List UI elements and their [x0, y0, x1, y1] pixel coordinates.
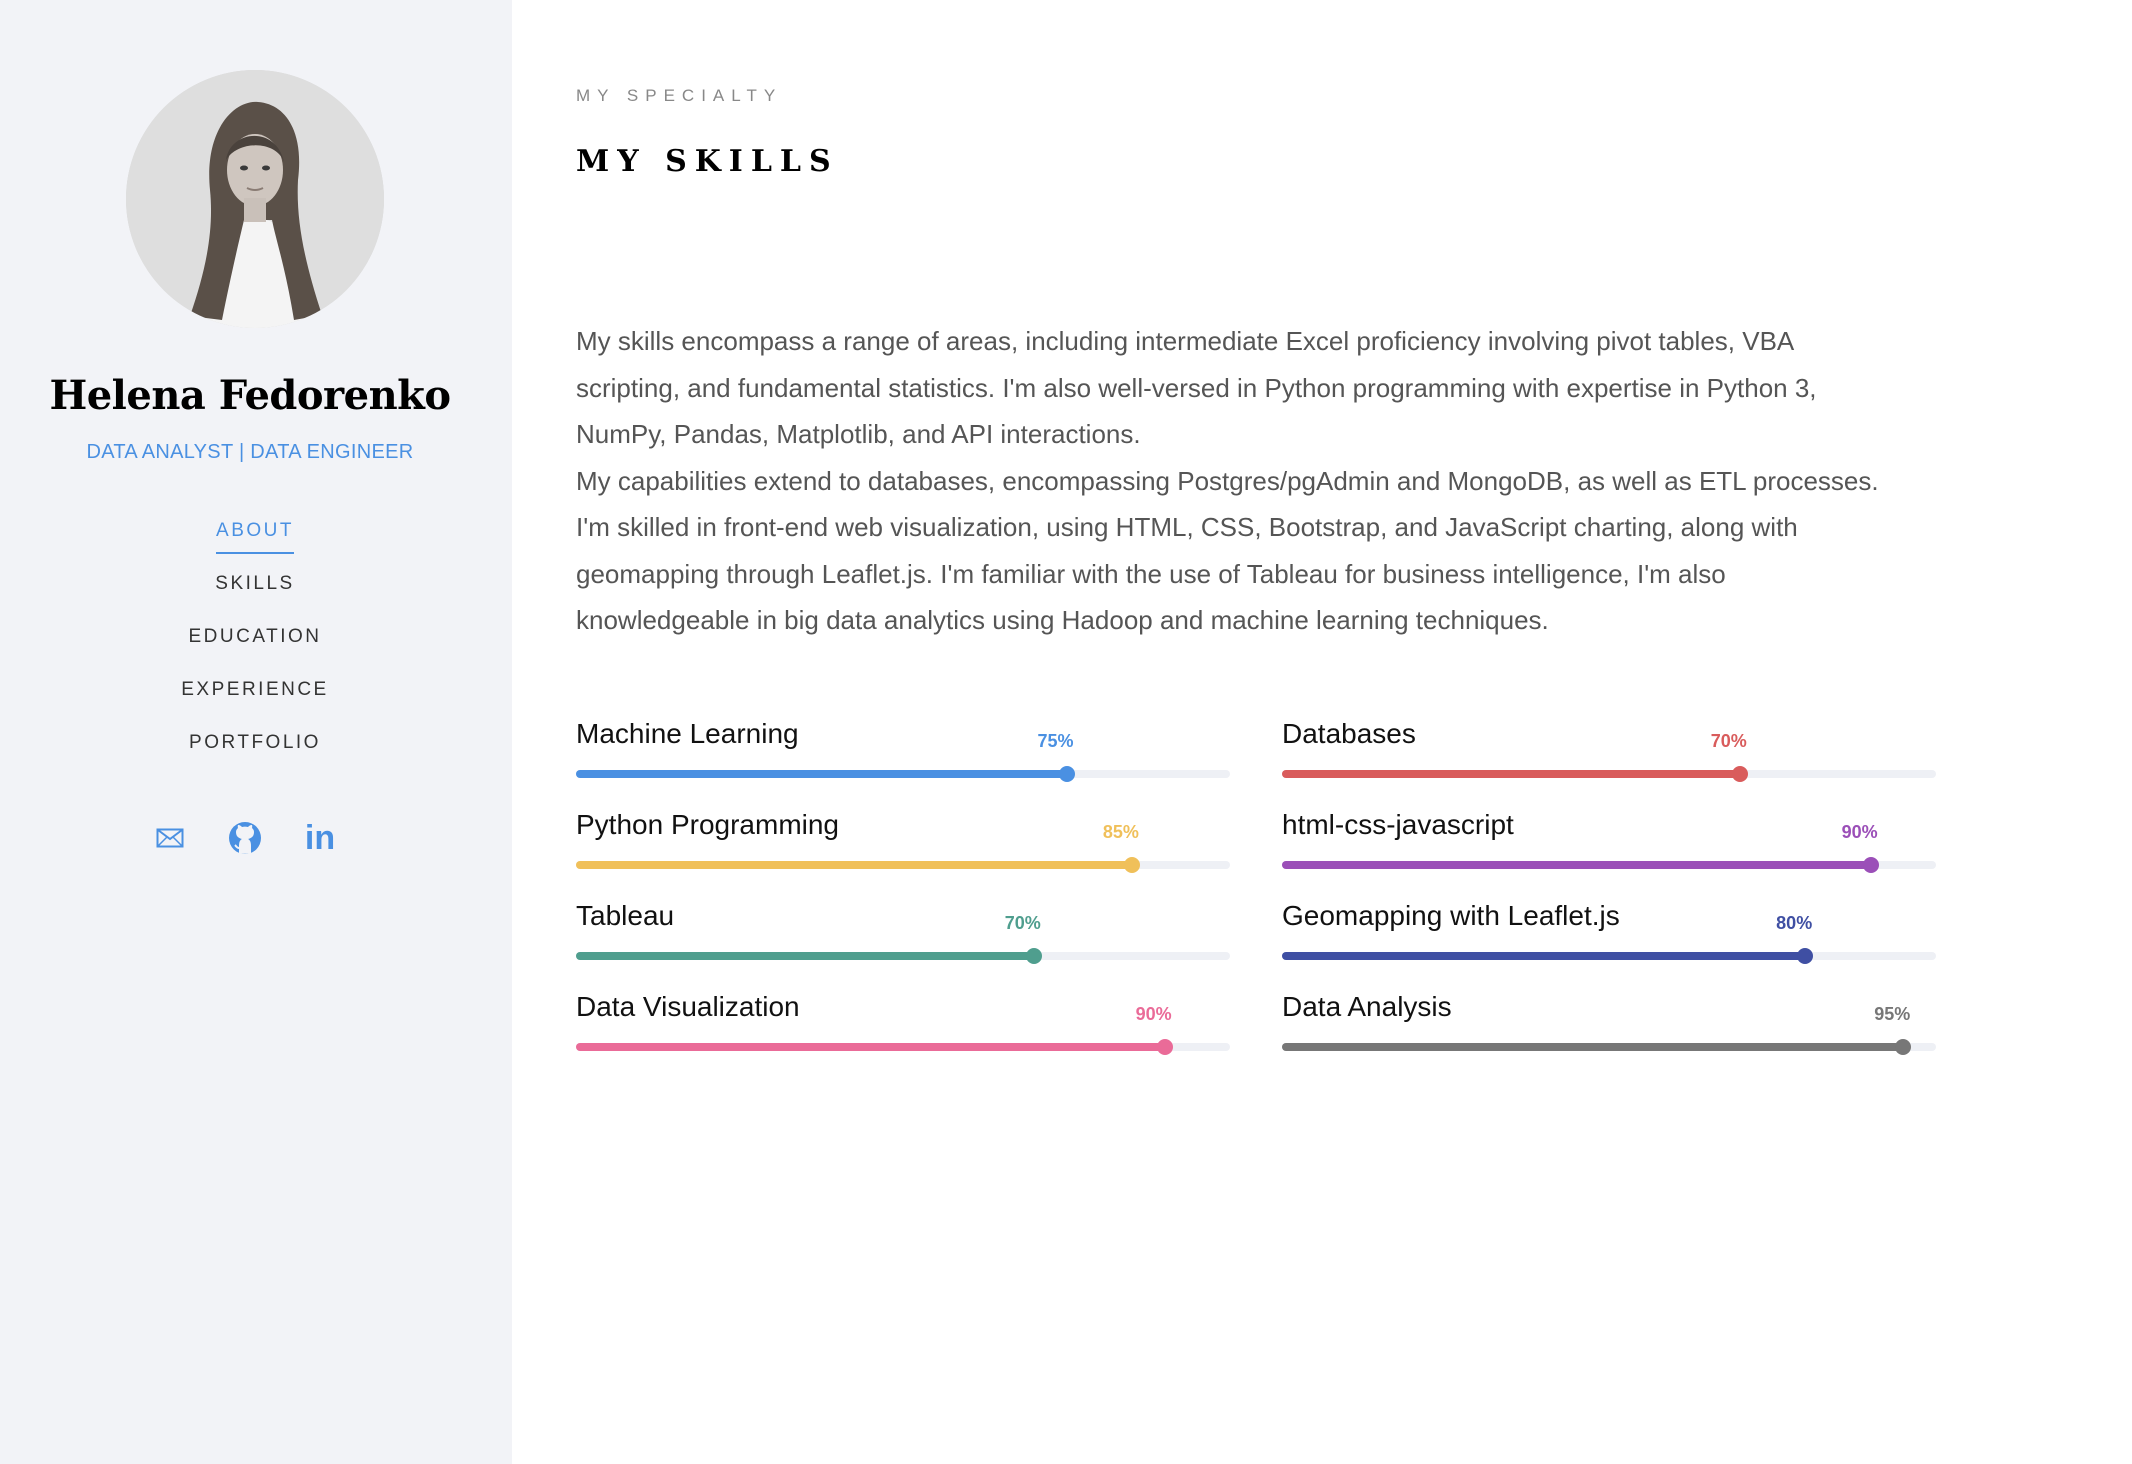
- skill-fill: [1282, 861, 1871, 869]
- skill-track: [576, 1039, 1230, 1055]
- main-content: MY SPECIALTY MY SKILLS My skills encompa…: [576, 0, 2076, 1464]
- portrait-image: [126, 70, 384, 328]
- mail-icon: [156, 828, 184, 848]
- skills-intro: My skills encompass a range of areas, in…: [576, 318, 1956, 644]
- skill-percent: 75%: [1037, 731, 1074, 751]
- intro-line: NumPy, Pandas, Matplotlib, and API inter…: [576, 419, 1141, 449]
- github-icon: [229, 822, 261, 854]
- skill-data-analysis: Data Analysis 95%: [1282, 991, 1936, 1061]
- skill-fill: [576, 1043, 1165, 1051]
- skill-track: [1282, 766, 1936, 782]
- section-eyebrow: MY SPECIALTY: [576, 86, 783, 105]
- skill-name: Data Analysis: [1282, 991, 1452, 1022]
- skill-fill: [1282, 1043, 1904, 1051]
- intro-line: My skills encompass a range of areas, in…: [576, 326, 1795, 356]
- skill-name: Databases: [1282, 718, 1416, 749]
- nav-link-about[interactable]: ABOUT: [216, 516, 294, 554]
- skill-track: [576, 857, 1230, 873]
- profile-name: Helena Fedorenko: [49, 372, 451, 419]
- intro-line: I'm skilled in front-end web visualizati…: [576, 512, 1798, 542]
- skill-percent: 90%: [1841, 822, 1878, 842]
- skill-geomapping: Geomapping with Leaflet.js 80%: [1282, 900, 1936, 970]
- github-link[interactable]: [225, 818, 265, 858]
- sidebar-nav: ABOUT SKILLS EDUCATION EXPERIENCE PORTFO…: [0, 516, 510, 781]
- linkedin-link[interactable]: in: [300, 818, 340, 858]
- mail-link[interactable]: [150, 818, 190, 858]
- skill-percent: 85%: [1102, 822, 1139, 842]
- skill-percent: 70%: [1004, 913, 1041, 933]
- skill-knob[interactable]: [1731, 766, 1748, 782]
- skill-fill: [1282, 770, 1740, 778]
- skill-track: [1282, 948, 1936, 964]
- skill-track: [1282, 857, 1936, 873]
- skill-knob[interactable]: [1025, 948, 1042, 964]
- nav-item-portfolio: PORTFOLIO: [0, 728, 510, 781]
- skill-percent: 80%: [1776, 913, 1813, 933]
- linkedin-icon: in: [304, 819, 336, 857]
- skill-name: Python Programming: [576, 809, 840, 840]
- skill-knob[interactable]: [1895, 1039, 1912, 1055]
- nav-item-skills: SKILLS: [0, 569, 510, 622]
- skill-knob[interactable]: [1058, 766, 1075, 782]
- skill-knob[interactable]: [1797, 948, 1814, 964]
- skill-knob[interactable]: [1123, 857, 1140, 873]
- intro-line: geomapping through Leaflet.js. I'm famil…: [576, 558, 1726, 589]
- profile-role: DATA ANALYST | DATA ENGINEER: [86, 441, 414, 463]
- skill-name: Geomapping with Leaflet.js: [1282, 900, 1620, 931]
- skill-name: Machine Learning: [576, 718, 799, 749]
- skill-percent: 70%: [1710, 731, 1747, 751]
- nav-item-experience: EXPERIENCE: [0, 675, 510, 728]
- nav-link-portfolio[interactable]: PORTFOLIO: [189, 728, 321, 764]
- skill-track: [576, 766, 1230, 782]
- skill-databases: Databases 70%: [1282, 718, 1936, 788]
- avatar: [126, 70, 384, 328]
- nav-link-education[interactable]: EDUCATION: [189, 622, 322, 658]
- skill-fill: [576, 770, 1067, 778]
- skill-python: Python Programming 85%: [576, 809, 1230, 879]
- intro-line: knowledgeable in big data analytics usin…: [576, 605, 1549, 635]
- skill-fill: [1282, 952, 1806, 960]
- skill-name: Data Visualization: [576, 991, 800, 1022]
- skill-track: [1282, 1039, 1936, 1055]
- skill-name: html-css-javascript: [1282, 809, 1514, 840]
- skill-knob[interactable]: [1862, 857, 1879, 873]
- skill-html-css-js: html-css-javascript 90%: [1282, 809, 1936, 879]
- intro-line: My capabilities extend to databases, enc…: [576, 465, 1879, 496]
- skill-name: Tableau: [576, 900, 675, 931]
- skill-fill: [576, 861, 1132, 869]
- skill-tableau: Tableau 70%: [576, 900, 1230, 970]
- skill-percent: 95%: [1874, 1004, 1911, 1024]
- skill-track: [576, 948, 1230, 964]
- skill-data-visualization: Data Visualization 90%: [576, 991, 1230, 1061]
- skill-fill: [576, 952, 1034, 960]
- section-title: MY SKILLS: [576, 144, 839, 179]
- nav-item-about: ABOUT: [0, 516, 510, 569]
- skill-knob[interactable]: [1156, 1039, 1173, 1055]
- page: Helena Fedorenko DATA ANALYST | DATA ENG…: [0, 0, 2132, 1464]
- nav-item-education: EDUCATION: [0, 622, 510, 675]
- skill-machine-learning: Machine Learning 75%: [576, 718, 1230, 788]
- intro-line: scripting, and fundamental statistics. I…: [576, 372, 1817, 403]
- nav-link-skills[interactable]: SKILLS: [215, 569, 294, 605]
- sidebar: Helena Fedorenko DATA ANALYST | DATA ENG…: [0, 0, 512, 1464]
- nav-link-experience[interactable]: EXPERIENCE: [181, 675, 328, 711]
- skill-percent: 90%: [1135, 1004, 1172, 1024]
